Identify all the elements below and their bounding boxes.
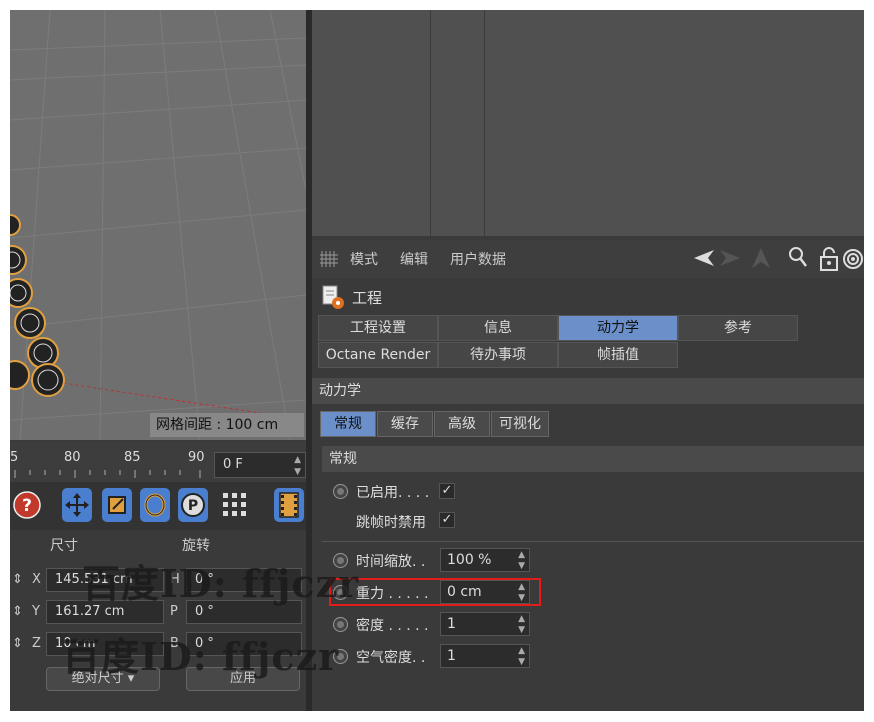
column-divider [484, 10, 485, 236]
tab-reference[interactable]: 参考 [678, 315, 798, 341]
svg-text:P: P [188, 498, 198, 514]
rotate-icon[interactable] [140, 488, 170, 522]
timeline-tick: 80 [64, 450, 81, 465]
object-title: 工程 [352, 289, 383, 307]
search-icon[interactable] [788, 246, 808, 270]
tab-info[interactable]: 信息 [438, 315, 558, 341]
density-value: 1 [447, 616, 456, 632]
tab-project-settings[interactable]: 工程设置 [318, 315, 438, 341]
stepper-icon[interactable]: ⇕ [12, 572, 23, 587]
attribute-manager [312, 240, 864, 711]
density-field[interactable]: 1 ▲ ▼ [440, 612, 530, 636]
svg-text:?: ? [22, 496, 32, 516]
menu-edit[interactable]: 编辑 [400, 249, 428, 269]
tab-octane-render[interactable]: Octane Render [318, 342, 438, 368]
disable-on-skip-label: 跳帧时禁用 [356, 515, 426, 531]
menu-user-data[interactable]: 用户数据 [450, 249, 506, 269]
enabled-label: 已启用. . . . [356, 485, 430, 501]
current-frame-value: 0 F [223, 457, 243, 472]
animate-radio[interactable] [333, 484, 348, 499]
time-scale-field[interactable]: 100 % ▲ ▼ [440, 548, 530, 572]
help-icon[interactable]: ? [12, 488, 42, 522]
watermark: 百度ID: ffjczr [82, 561, 360, 606]
stepper-icon[interactable]: ⇕ [12, 604, 23, 619]
disable-on-skip-checkbox[interactable]: ✓ [439, 512, 455, 528]
tab-frame-interpolation[interactable]: 帧插值 [558, 342, 678, 368]
z-label: Z [32, 636, 41, 651]
3d-viewport[interactable] [10, 10, 306, 440]
section-header-dynamics: 动力学 [312, 378, 864, 404]
air-density-field[interactable]: 1 ▲ ▼ [440, 644, 530, 668]
x-label: X [32, 572, 41, 587]
subtab-visualization[interactable]: 可视化 [491, 411, 549, 437]
tab-todo[interactable]: 待办事项 [438, 342, 558, 368]
subtab-cache[interactable]: 缓存 [377, 411, 433, 437]
timeline-tick: 85 [124, 450, 141, 465]
stepper-icon[interactable]: ⇕ [12, 636, 23, 651]
size-header: 尺寸 [50, 538, 78, 554]
column-divider [430, 10, 431, 236]
dots-icon[interactable] [220, 488, 250, 522]
back-arrow-icon[interactable] [692, 248, 716, 268]
move-icon[interactable] [62, 488, 92, 522]
tab-dynamics[interactable]: 动力学 [558, 315, 678, 341]
rotation-header: 旋转 [182, 538, 210, 554]
scale-icon[interactable] [102, 488, 132, 522]
gravity-highlight-box [329, 578, 541, 606]
p-icon[interactable]: P [178, 488, 208, 522]
viewport-grid [10, 10, 306, 440]
timeline-tick: 90 [188, 450, 205, 465]
attribute-menubar: 模式 编辑 用户数据 [312, 240, 864, 278]
watermark: 百度ID: ffjczr [62, 634, 340, 679]
timeline-tick: 5 [10, 450, 19, 465]
grid-spacing-label: 网格间距 : 100 cm [150, 413, 304, 437]
transport-toolbar: ? P [10, 482, 306, 530]
subtab-advanced[interactable]: 高级 [434, 411, 490, 437]
object-manager[interactable] [312, 10, 864, 236]
enabled-checkbox[interactable]: ✓ [439, 483, 455, 499]
menu-mode[interactable]: 模式 [350, 249, 378, 269]
group-header-general: 常规 [322, 446, 864, 472]
current-frame-field[interactable]: 0 F ▲ ▼ [214, 452, 306, 478]
grip-icon[interactable] [320, 251, 338, 267]
forward-arrow-icon[interactable] [718, 248, 742, 268]
air-density-value: 1 [447, 648, 456, 664]
density-label: 密度 . . . . . [356, 618, 429, 634]
divider [322, 541, 864, 542]
target-icon[interactable] [842, 247, 864, 271]
time-scale-value: 100 % [447, 552, 492, 568]
timeline-ticks [14, 470, 201, 478]
y-label: Y [32, 604, 40, 619]
up-arrow-icon[interactable] [750, 246, 772, 270]
subtab-general[interactable]: 常规 [320, 411, 376, 437]
lock-icon[interactable] [818, 246, 840, 272]
air-density-label: 空气密度. . [356, 650, 426, 666]
film-icon[interactable] [274, 488, 304, 522]
project-icon [322, 285, 344, 309]
time-scale-label: 时间缩放. . [356, 554, 426, 570]
